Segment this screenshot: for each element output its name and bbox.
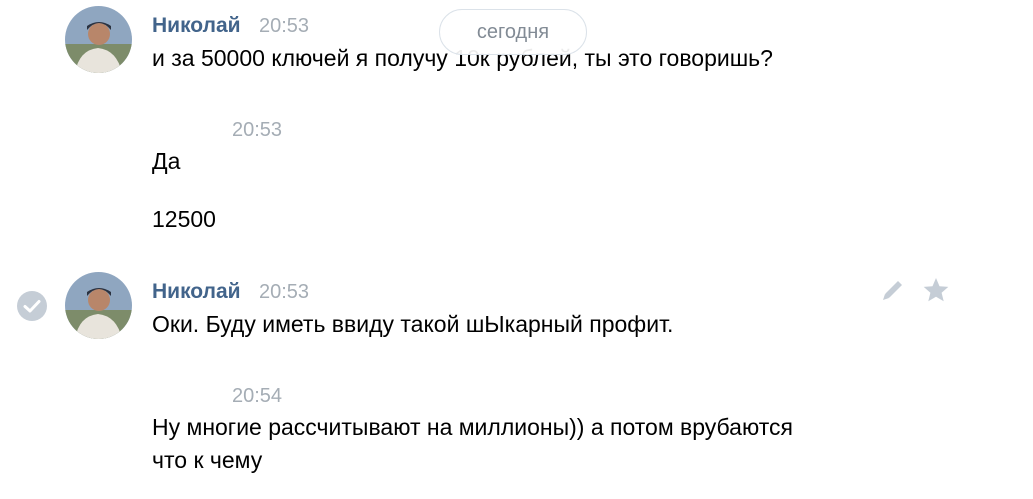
- message-text: 12500: [152, 206, 216, 232]
- message-time[interactable]: 20:53: [232, 119, 282, 142]
- message-author[interactable]: Николай: [152, 14, 241, 38]
- message-text: Ну многие рассчитывают на миллионы)) а п…: [152, 414, 793, 440]
- message-author[interactable]: Николай: [152, 280, 241, 304]
- avatar[interactable]: [65, 6, 132, 73]
- message-text: что к чему: [152, 447, 263, 473]
- message-time[interactable]: 20:53: [259, 281, 309, 304]
- avatar-photo-icon: [65, 272, 132, 339]
- date-separator: сегодня: [439, 9, 587, 55]
- avatar-photo-icon: [65, 6, 132, 73]
- message-text: Оки. Буду иметь ввиду такой шЫкарный про…: [152, 311, 674, 337]
- star-icon[interactable]: [922, 276, 950, 304]
- pencil-icon[interactable]: [880, 277, 906, 303]
- message-text: Да: [152, 148, 181, 174]
- message-time[interactable]: 20:53: [259, 15, 309, 38]
- avatar[interactable]: [65, 272, 132, 339]
- message-time[interactable]: 20:54: [232, 385, 282, 408]
- check-circle-icon[interactable]: [16, 290, 48, 322]
